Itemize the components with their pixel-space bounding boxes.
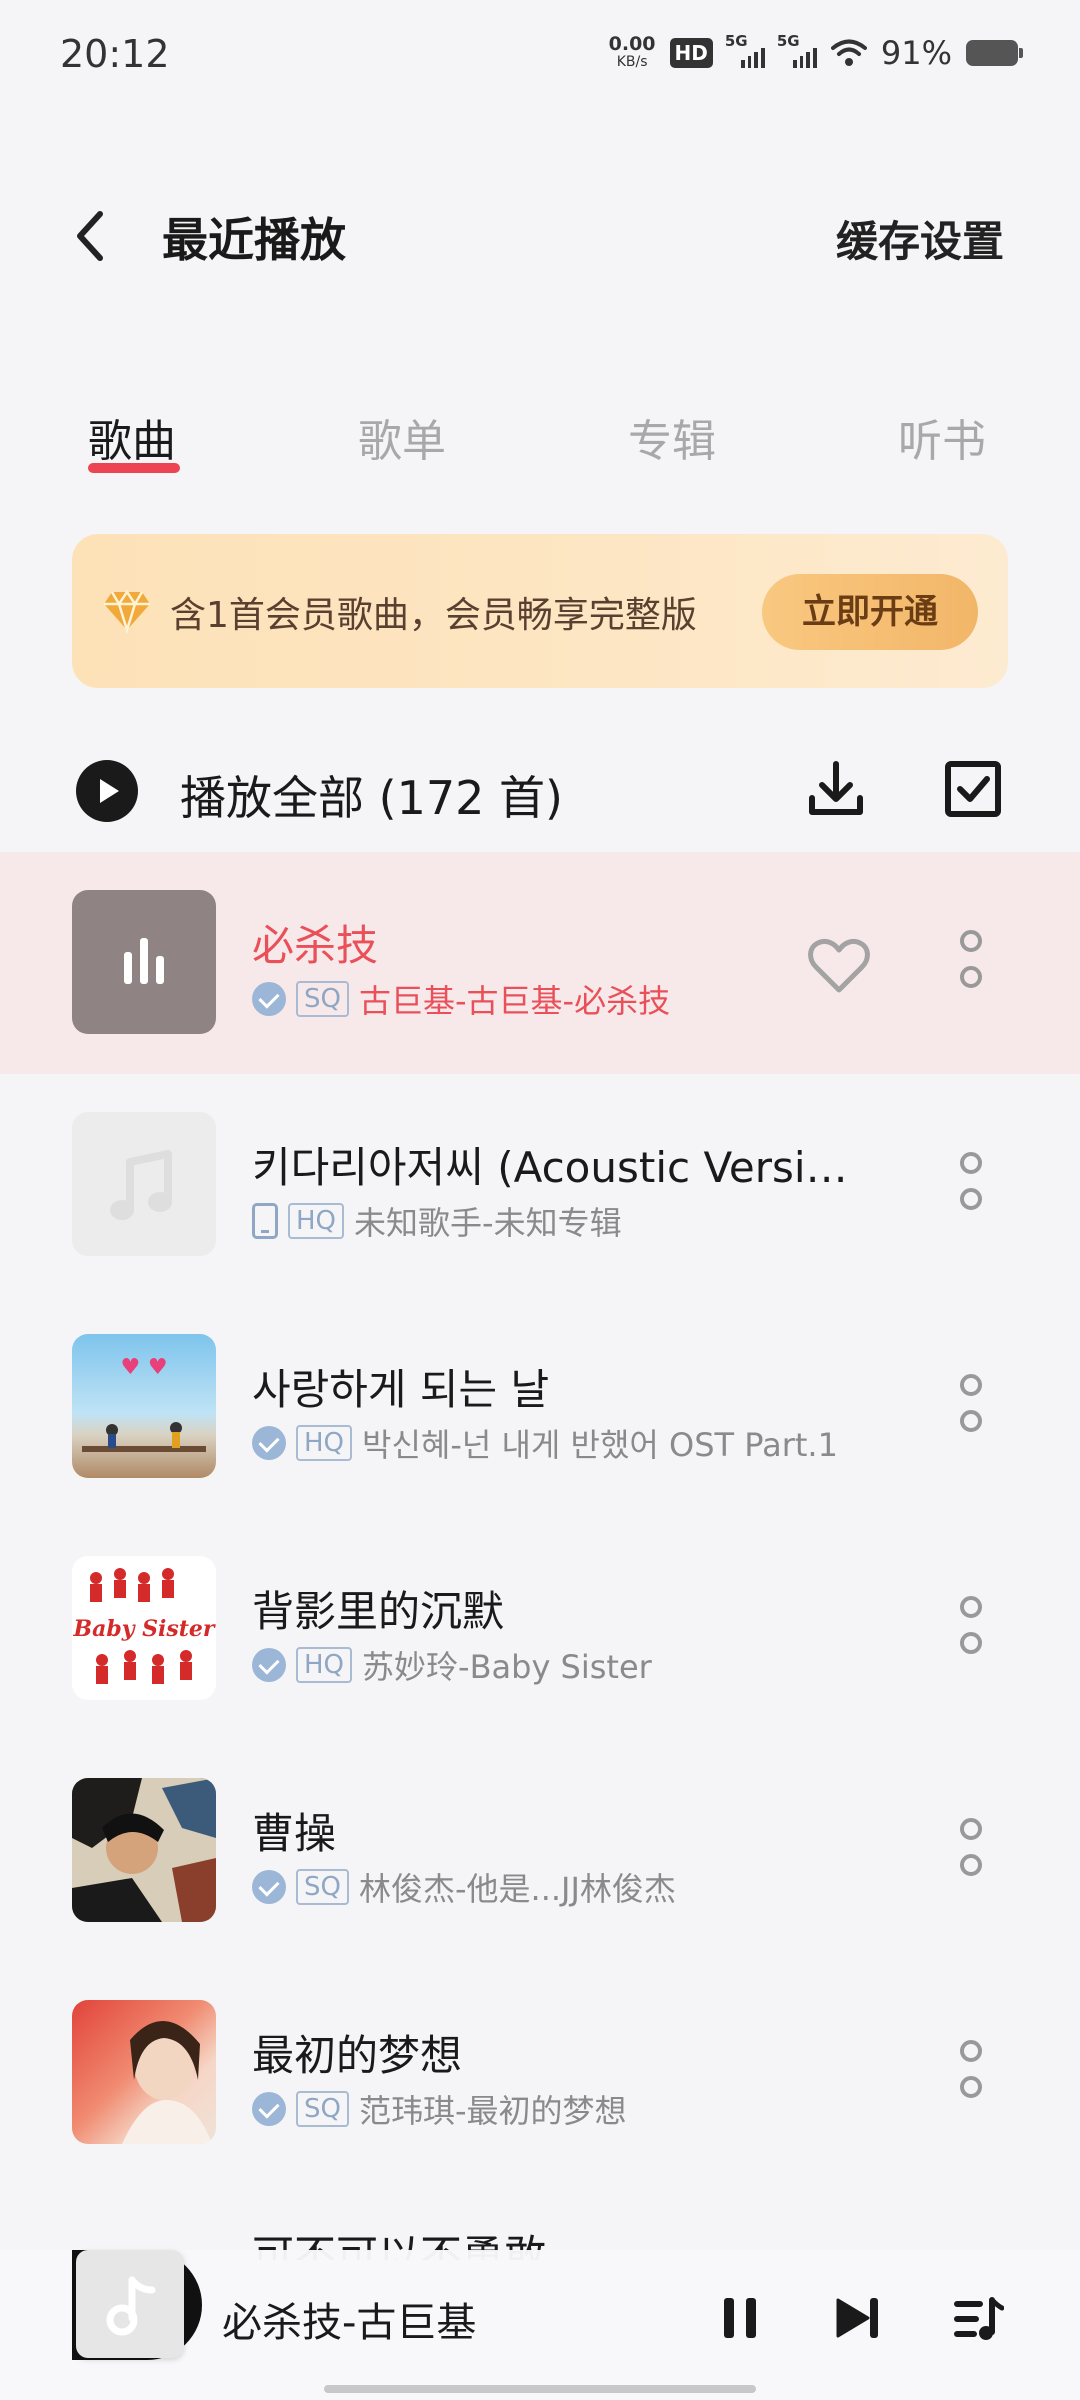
- play-all-row: 播放全部 (172 首): [0, 740, 1080, 840]
- net-speed-value: 0.00: [608, 33, 656, 55]
- song-meta: SQ 范玮琪-最初的梦想: [252, 2086, 627, 2132]
- music-note-icon: [110, 1150, 172, 1220]
- song-cover: ♥ ♥: [72, 1334, 216, 1478]
- song-subtitle: 苏妙玲-Baby Sister: [362, 1648, 652, 1686]
- battery-icon: [966, 40, 1023, 66]
- check-icon: [252, 2092, 286, 2126]
- vip-activate-button[interactable]: 立即开通: [762, 574, 978, 650]
- song-cover: [72, 2000, 216, 2144]
- song-list: 必杀技 SQ 古巨基-古巨基-必杀技 키다리아저씨 (Acoustic Vers…: [0, 852, 1080, 2184]
- net-speed: 0.00 KB/s: [609, 35, 656, 71]
- playlist-icon[interactable]: [954, 2296, 1004, 2342]
- tab-indicator: [88, 463, 180, 473]
- battery-percent: 91%: [880, 34, 952, 72]
- song-meta: HQ 苏妙玲-Baby Sister: [252, 1642, 652, 1688]
- cache-settings-button[interactable]: 缓存设置: [836, 208, 1004, 269]
- next-track-icon[interactable]: [834, 2296, 882, 2340]
- quality-badge: SQ: [296, 1869, 349, 1905]
- song-row[interactable]: 最初的梦想 SQ 范玮琪-最初的梦想: [0, 1962, 1080, 2184]
- heart-icon[interactable]: [808, 938, 870, 994]
- signal-icon-sim2: 5G: [777, 32, 817, 68]
- song-row[interactable]: 必杀技 SQ 古巨基-古巨基-必杀技: [0, 852, 1080, 1074]
- tab-songs[interactable]: 歌曲: [88, 405, 176, 469]
- status-time: 20:12: [60, 32, 170, 76]
- song-cover: Baby Sister: [72, 1556, 216, 1700]
- phone-icon: [252, 1203, 278, 1239]
- song-subtitle: 林俊杰-他是...JJ林俊杰: [358, 1870, 676, 1908]
- diamond-icon: [104, 589, 150, 634]
- quality-badge: SQ: [296, 2091, 349, 2127]
- wifi-icon: [830, 39, 867, 66]
- song-subtitle: 未知歌手-未知专辑: [354, 1204, 622, 1242]
- pause-icon[interactable]: [720, 2296, 760, 2340]
- song-meta: SQ 古巨基-古巨基-必杀技: [252, 976, 670, 1022]
- song-title: 키다리아저씨 (Acoustic Versio…: [252, 1143, 872, 1192]
- tab-audiobooks[interactable]: 听书: [898, 405, 986, 469]
- home-indicator[interactable]: [324, 2385, 756, 2393]
- song-subtitle: 范玮琪-最初的梦想: [358, 2092, 627, 2130]
- song-title: 曹操: [252, 1809, 337, 1858]
- more-options-icon[interactable]: [956, 930, 986, 996]
- music-note-icon: [106, 2276, 156, 2336]
- song-subtitle: 박신혜-넌 내게 반했어 OST Part.1: [362, 1426, 838, 1464]
- more-options-icon[interactable]: [956, 1596, 986, 1662]
- hd-icon: HD: [669, 38, 713, 68]
- song-title: 사랑하게 되는 날: [252, 1365, 550, 1414]
- play-all-label[interactable]: 播放全部 (172 首): [180, 762, 563, 828]
- song-cover: [72, 1112, 216, 1256]
- tab-bar: 歌曲 歌单 专辑 听书: [0, 395, 1080, 485]
- play-all-icon[interactable]: [76, 760, 138, 822]
- check-icon: [252, 1648, 286, 1682]
- status-bar: 20:12 0.00 KB/s HD 5G 5G 91%: [0, 0, 1080, 110]
- svg-text:♥ ♥: ♥ ♥: [120, 1355, 167, 1380]
- page-title: 最近播放: [162, 213, 346, 267]
- quality-badge: HQ: [288, 1203, 345, 1239]
- status-icons: 0.00 KB/s HD 5G 5G 91%: [609, 32, 1023, 72]
- song-row[interactable]: 키다리아저씨 (Acoustic Versio… HQ 未知歌手-未知专辑: [0, 1074, 1080, 1296]
- vip-banner-text: 含1首会员歌曲，会员畅享完整版: [170, 595, 697, 636]
- more-options-icon[interactable]: [956, 1818, 986, 1884]
- song-subtitle: 古巨基-古巨基-必杀技: [358, 982, 671, 1020]
- song-cover: [72, 890, 216, 1034]
- back-arrow-icon[interactable]: [70, 208, 110, 264]
- quality-badge: HQ: [296, 1425, 353, 1461]
- check-icon: [252, 982, 286, 1016]
- song-title: 必杀技: [252, 921, 379, 970]
- vip-banner[interactable]: 含1首会员歌曲，会员畅享完整版 立即开通: [72, 534, 1008, 688]
- more-options-icon[interactable]: [956, 1152, 986, 1218]
- check-icon: [252, 1426, 286, 1460]
- song-meta: SQ 林俊杰-他是...JJ林俊杰: [252, 1864, 676, 1910]
- tab-playlists[interactable]: 歌单: [358, 405, 446, 469]
- header: 最近播放 缓存设置: [0, 190, 1080, 280]
- net-speed-unit: KB/s: [616, 54, 648, 70]
- multi-select-icon[interactable]: [944, 760, 1002, 818]
- signal-icon-sim1: 5G: [725, 32, 765, 68]
- mini-player-title: 必杀技-古巨基: [222, 2300, 477, 2346]
- quality-badge: HQ: [296, 1647, 353, 1683]
- song-row[interactable]: ♥ ♥ 사랑하게 되는 날 HQ 박신혜-넌 내게 반했어 OST Part.1: [0, 1296, 1080, 1518]
- song-meta: HQ 박신혜-넌 내게 반했어 OST Part.1: [252, 1420, 838, 1466]
- song-title: 背影里的沉默: [252, 1587, 505, 1636]
- mini-player-cover[interactable]: [76, 2250, 184, 2358]
- song-row[interactable]: Baby Sister 背影里的沉默 HQ 苏妙玲-Baby Sister: [0, 1518, 1080, 1740]
- song-row[interactable]: 曹操 SQ 林俊杰-他是...JJ林俊杰: [0, 1740, 1080, 1962]
- check-icon: [252, 1870, 286, 1904]
- svg-text:Baby Sister: Baby Sister: [72, 1616, 215, 1642]
- download-icon[interactable]: [806, 758, 866, 820]
- quality-badge: SQ: [296, 981, 349, 1017]
- more-options-icon[interactable]: [956, 1374, 986, 1440]
- equalizer-icon: [124, 938, 164, 984]
- more-options-icon[interactable]: [956, 2040, 986, 2106]
- song-meta: HQ 未知歌手-未知专辑: [252, 1198, 622, 1244]
- mini-player[interactable]: 必杀技-古巨基: [0, 2250, 1080, 2400]
- song-cover: [72, 1778, 216, 1922]
- tab-albums[interactable]: 专辑: [628, 405, 716, 469]
- song-title: 最初的梦想: [252, 2031, 463, 2080]
